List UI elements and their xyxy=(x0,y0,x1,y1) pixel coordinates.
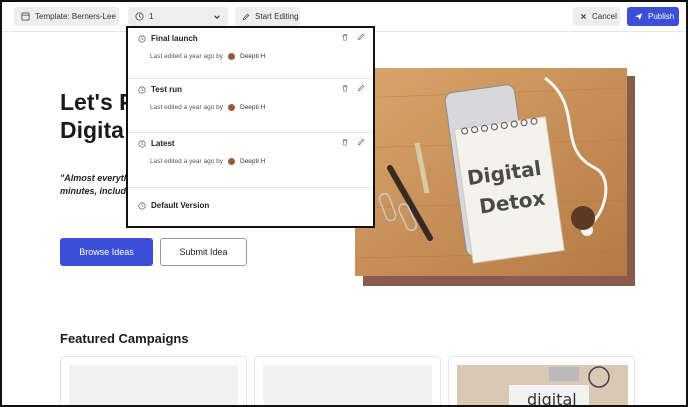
version-item[interactable]: Final launch Last edited a year ago by D… xyxy=(128,28,373,79)
featured-campaigns-title: Featured Campaigns xyxy=(60,331,189,346)
campaign-card[interactable] xyxy=(254,356,441,405)
version-item[interactable]: Latest Last edited a year ago by Deepti … xyxy=(128,133,373,188)
app-frame: Template: Berners-Lee 1 Start Editing Ca… xyxy=(0,0,688,407)
version-meta-prefix: Last edited a year ago by xyxy=(150,53,223,60)
version-name: Final launch xyxy=(151,34,198,43)
card-image: digital xyxy=(457,365,628,407)
campaign-card[interactable] xyxy=(60,356,247,405)
clock-icon xyxy=(138,139,146,148)
version-name: Latest xyxy=(151,139,175,148)
version-user: Deepti H xyxy=(240,104,266,111)
start-editing-label: Start Editing xyxy=(255,12,299,21)
card-image-placeholder xyxy=(69,365,238,405)
template-icon xyxy=(21,12,30,21)
publish-label: Publish xyxy=(648,12,675,21)
version-meta-prefix: Last edited a year ago by xyxy=(150,158,223,165)
trash-icon[interactable] xyxy=(341,33,349,41)
cancel-button[interactable]: Cancel xyxy=(573,7,620,26)
clock-icon xyxy=(138,201,146,210)
version-item[interactable]: Test run Last edited a year ago by Deept… xyxy=(128,79,373,133)
avatar xyxy=(228,104,235,111)
submit-idea-button[interactable]: Submit Idea xyxy=(160,238,247,266)
chevron-down-icon xyxy=(214,14,220,19)
digital-detox-illustration: Digital Detox xyxy=(355,68,627,276)
default-version-item[interactable]: Default Version xyxy=(128,188,373,226)
pencil-icon[interactable] xyxy=(357,138,365,146)
close-icon xyxy=(581,14,586,19)
clock-icon xyxy=(135,12,144,21)
trash-icon[interactable] xyxy=(341,84,349,92)
browse-ideas-button[interactable]: Browse Ideas xyxy=(60,238,153,266)
pencil-icon[interactable] xyxy=(357,33,365,41)
version-user: Deepti H xyxy=(240,158,266,165)
card-image-text: digital xyxy=(527,390,577,407)
version-name: Test run xyxy=(151,85,182,94)
card-image-placeholder xyxy=(263,365,432,405)
version-user: Deepti H xyxy=(240,53,266,60)
version-select[interactable]: 1 xyxy=(128,7,228,26)
version-meta-prefix: Last edited a year ago by xyxy=(150,104,223,111)
version-dropdown: Final launch Last edited a year ago by D… xyxy=(126,26,375,228)
version-value: 1 xyxy=(149,12,154,21)
publish-button[interactable]: Publish xyxy=(627,7,679,26)
hero-image: Digital Detox xyxy=(355,68,627,276)
avatar xyxy=(228,158,235,165)
pencil-icon xyxy=(242,13,250,20)
template-button[interactable]: Template: Berners-Lee xyxy=(14,7,119,26)
campaign-card[interactable]: digital xyxy=(448,356,635,407)
avatar xyxy=(228,53,235,60)
template-label: Template: Berners-Lee xyxy=(35,12,116,21)
send-icon xyxy=(634,13,643,21)
start-editing-button[interactable]: Start Editing xyxy=(235,7,300,26)
trash-icon[interactable] xyxy=(341,138,349,146)
pencil-icon[interactable] xyxy=(357,84,365,92)
default-version-label: Default Version xyxy=(151,201,210,210)
clock-icon xyxy=(138,85,146,94)
cancel-label: Cancel xyxy=(592,12,617,21)
clock-icon xyxy=(138,34,146,43)
